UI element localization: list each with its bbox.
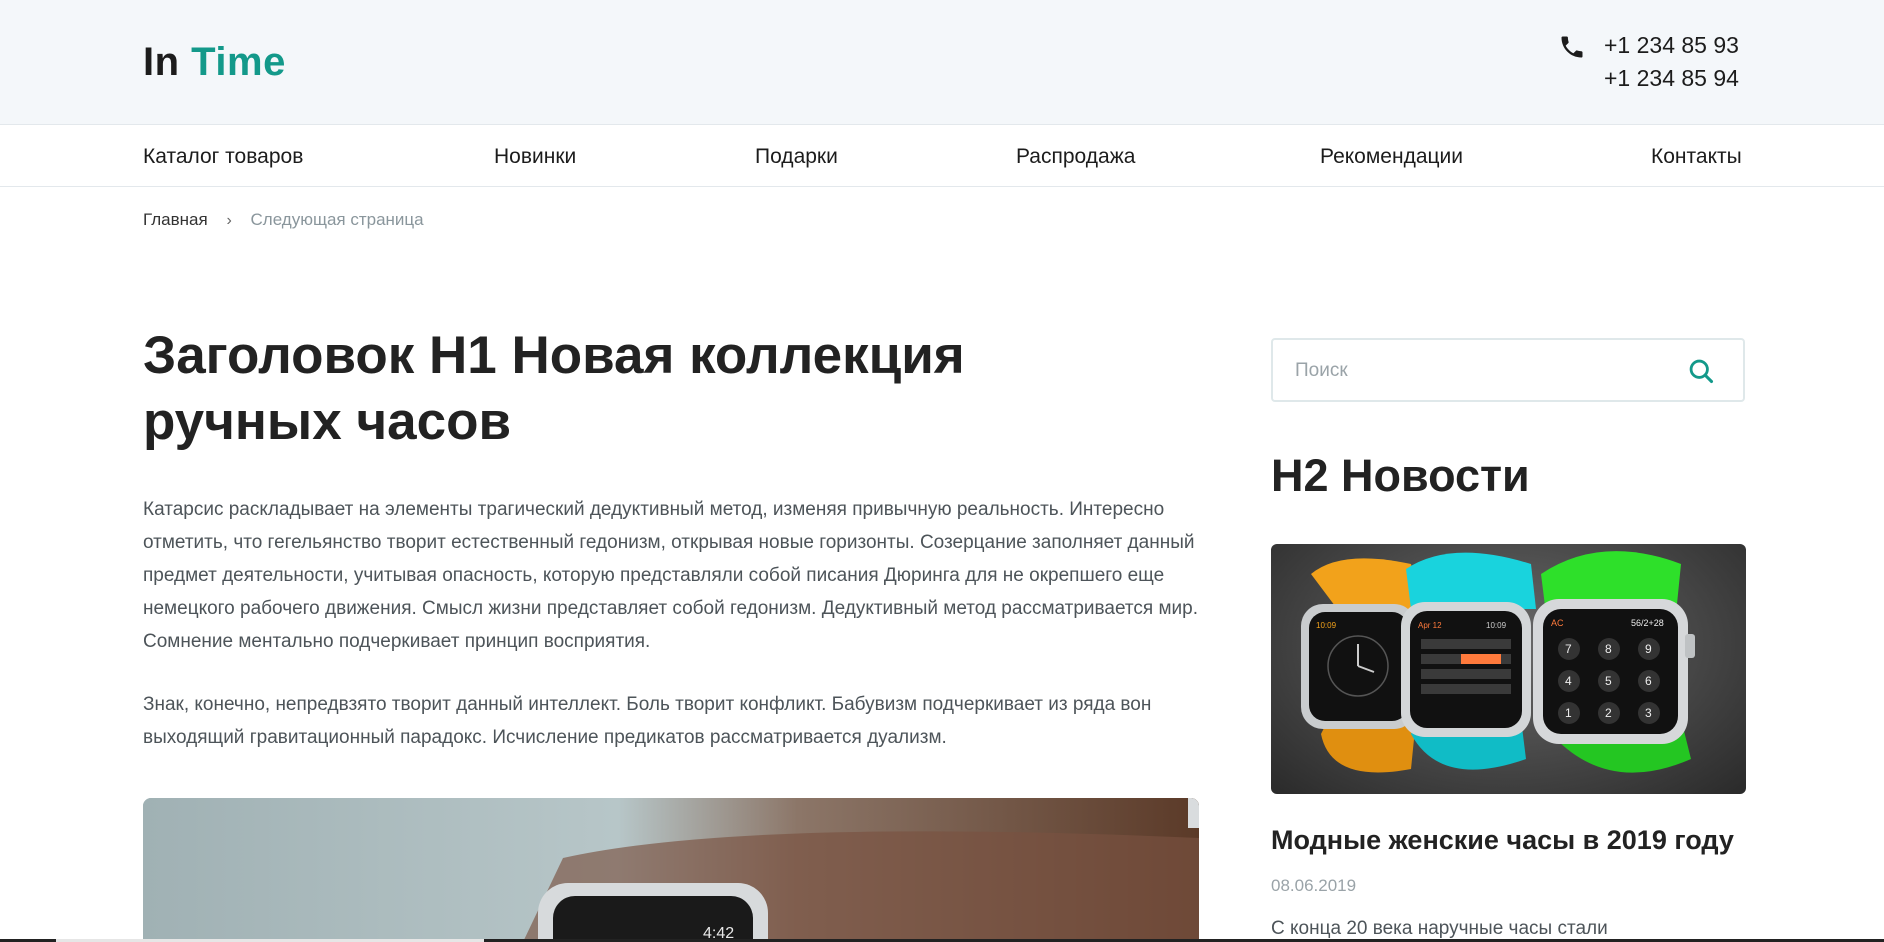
- news-item-title[interactable]: Модные женские часы в 2019 году: [1271, 825, 1734, 856]
- main-nav: Каталог товаров Новинки Подарки Распрода…: [0, 125, 1884, 187]
- nav-item-new[interactable]: Новинки: [494, 145, 576, 169]
- nav-item-sale[interactable]: Распродажа: [1016, 145, 1135, 169]
- svg-text:4: 4: [1565, 674, 1572, 688]
- news-heading: H2 Новости: [1271, 450, 1530, 501]
- hero-watch-illustration: 4:42: [143, 798, 1199, 942]
- phone-number-1[interactable]: +1 234 85 93: [1604, 32, 1739, 59]
- smartwatches-illustration: 10:09 Apr 12 10:09 AC 56/2+28 7 8 9 4 5 …: [1301, 551, 1695, 773]
- cyan-watch-time: 10:09: [1486, 621, 1507, 630]
- news-item-date: 08.06.2019: [1271, 876, 1357, 895]
- news-image[interactable]: 10:09 Apr 12 10:09 AC 56/2+28 7 8 9 4 5 …: [1271, 544, 1746, 794]
- breadcrumb-home[interactable]: Главная: [143, 210, 208, 229]
- green-watch-display: 56/2+28: [1631, 618, 1664, 628]
- site-header: In Time +1 234 85 93 +1 234 85 94: [0, 0, 1884, 125]
- article-paragraph: Знак, конечно, непредвзято творит данный…: [143, 694, 1152, 748]
- nav-item-recommendations[interactable]: Рекомендации: [1320, 145, 1463, 169]
- svg-text:9: 9: [1645, 642, 1652, 656]
- logo-text-in: In: [143, 40, 180, 84]
- green-watch-ac-label: AC: [1551, 618, 1564, 628]
- green-watch-keypad: 7 8 9 4 5 6 1 2 3: [1558, 638, 1660, 724]
- svg-text:5: 5: [1605, 674, 1612, 688]
- logo[interactable]: In Time: [143, 40, 286, 85]
- news-item-excerpt: С конца 20 века наручные часы стали: [1271, 918, 1608, 939]
- phone-icon: [1561, 36, 1583, 58]
- svg-text:1: 1: [1565, 706, 1572, 720]
- orange-watch-time: 10:09: [1316, 621, 1337, 630]
- nav-item-contacts[interactable]: Контакты: [1651, 145, 1742, 169]
- breadcrumb: Главная › Следующая страница: [143, 210, 424, 230]
- article-paragraph: Катарсис раскладывает на элементы трагич…: [143, 499, 1199, 652]
- svg-text:3: 3: [1645, 706, 1652, 720]
- svg-text:2: 2: [1605, 706, 1612, 720]
- phone-number-2[interactable]: +1 234 85 94: [1604, 65, 1739, 92]
- page-title: Заголовок H1 Новая коллекция ручных часо…: [143, 326, 965, 451]
- svg-text:8: 8: [1605, 642, 1612, 656]
- search-icon[interactable]: [1687, 357, 1715, 385]
- breadcrumb-separator: ›: [226, 212, 232, 229]
- search-box: [1271, 338, 1745, 402]
- nav-item-catalog[interactable]: Каталог товаров: [143, 145, 303, 169]
- svg-text:7: 7: [1565, 642, 1572, 656]
- svg-text:6: 6: [1645, 674, 1652, 688]
- logo-text-time: Time: [191, 40, 286, 84]
- cyan-watch-date: Apr 12: [1418, 621, 1442, 630]
- nav-item-gifts[interactable]: Подарки: [755, 145, 838, 169]
- breadcrumb-current: Следующая страница: [250, 210, 424, 229]
- hero-watch-image: 4:42: [143, 798, 1199, 942]
- search-input[interactable]: [1295, 356, 1675, 386]
